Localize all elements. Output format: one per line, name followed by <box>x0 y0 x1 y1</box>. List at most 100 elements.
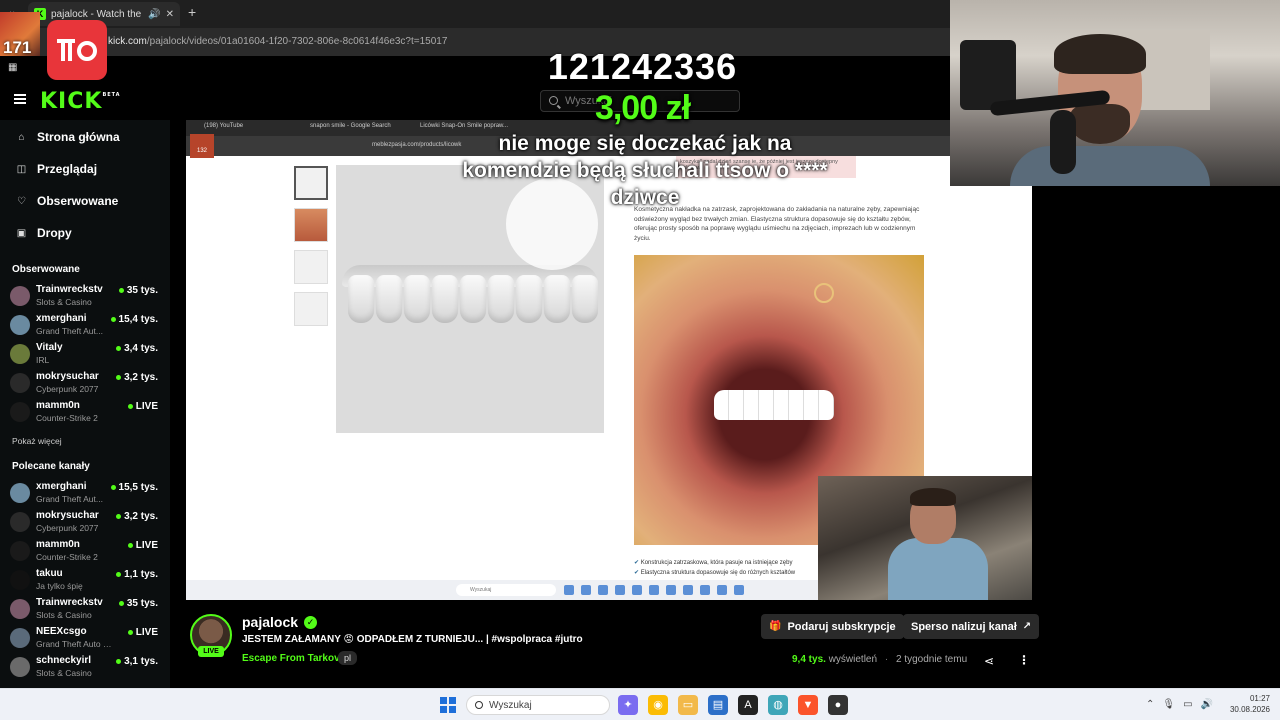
sponsor-channel-button[interactable]: Sperso nalizuj kanał ↗ <box>903 614 1040 639</box>
webcam-shirt <box>1010 146 1210 186</box>
donation-number: 121242336 <box>547 46 738 87</box>
browser-tabbar: ⌄ K pajalock - Watch the VOD o 🔊 ✕ + <box>0 0 950 28</box>
address-bar[interactable]: kick.com/pajalock/videos/01a01604-1f20-7… <box>0 28 950 56</box>
channel-category: IRL <box>36 355 50 365</box>
nav-browse[interactable]: ◫ Przeglądaj <box>16 162 97 176</box>
channel-category: Grand Theft Auto V (... <box>36 639 116 649</box>
recommended-channel[interactable]: schneckyirl Slots & Casino 3,1 tys. <box>10 653 160 681</box>
channel-name: schneckyirl <box>36 655 92 666</box>
pip-webcam <box>818 476 1032 600</box>
nav-following[interactable]: ♡ Obserwowane <box>16 194 118 208</box>
channel-viewers: LIVE <box>128 540 158 551</box>
upload-age: 2 tygodnie temu <box>895 654 968 665</box>
copilot-icon[interactable]: ✦ <box>618 695 638 715</box>
veneer-tooth <box>348 275 374 323</box>
following-channel[interactable]: Trainwreckstv Slots & Casino 35 tys. <box>10 282 160 310</box>
stream-category-link[interactable]: Escape From Tarkov <box>242 653 340 664</box>
recommended-channel[interactable]: NEEXcsgo Grand Theft Auto V (... LIVE <box>10 624 160 652</box>
veneer-tooth <box>404 275 430 323</box>
video-tab: Licówki Snap-On Smile popraw... <box>420 123 509 129</box>
product-thumbnail <box>294 292 328 326</box>
store-icon[interactable]: ▤ <box>708 695 728 715</box>
channel-category: Slots & Casino <box>36 297 92 307</box>
heart-icon: ♡ <box>17 195 26 207</box>
more-options-icon[interactable]: ⋮ <box>1018 653 1030 667</box>
tray-chevron-icon[interactable]: ⌃ <box>1146 699 1154 710</box>
taskbar-search-input[interactable]: Wyszukaj <box>466 695 610 715</box>
tab-close-icon[interactable]: ✕ <box>166 9 174 20</box>
pip-person-hair <box>910 488 956 506</box>
overlay-brand-logo <box>47 20 107 80</box>
app-icon[interactable]: ◍ <box>768 695 788 715</box>
veneer-tooth <box>488 275 514 323</box>
veneer-tooth <box>376 275 402 323</box>
gift-icon: ▣ <box>16 227 27 239</box>
gift-subscription-button[interactable]: 🎁 Podaruj subskrypcje <box>761 614 904 639</box>
live-badge: LIVE <box>198 646 224 657</box>
recommended-channel[interactable]: mamm0n Counter-Strike 2 LIVE <box>10 537 160 565</box>
following-channel[interactable]: mokrysuchar Cyberpunk 2077 3,2 tys. <box>10 369 160 397</box>
channel-category: Ja tylko śpię <box>36 581 83 591</box>
streamer-webcam <box>950 0 1280 186</box>
nav-drops[interactable]: ▣ Dropy <box>16 226 72 240</box>
channel-viewers: 1,1 tys. <box>116 569 158 580</box>
video-tab: (198) YouTube <box>204 123 244 129</box>
bullet-item: Elastyczna struktura dopasowuje się do r… <box>634 570 795 576</box>
product-bullets: Konstrukcja zatrzaskowa, która pasuje na… <box>634 558 795 578</box>
show-more-link[interactable]: Pokaż więcej <box>12 436 62 446</box>
recommended-channel[interactable]: Trainwreckstv Slots & Casino 35 tys. <box>10 595 160 623</box>
views-label: wyświetleń <box>828 654 878 665</box>
url-text[interactable]: kick.com/pajalock/videos/01a01604-1f20-7… <box>108 36 447 47</box>
product-thumbnail <box>294 250 328 284</box>
file-explorer-icon[interactable]: ▭ <box>678 695 698 715</box>
chrome-icon[interactable]: ◉ <box>648 695 668 715</box>
nav-home[interactable]: ⌂ Strona główna <box>16 130 119 144</box>
channel-viewers: 35 tys. <box>119 285 158 296</box>
channel-name: pajalock <box>242 614 299 630</box>
channel-name: mokrysuchar <box>36 510 99 521</box>
product-thumbnail <box>294 166 328 200</box>
avatar <box>10 315 30 335</box>
brave-icon[interactable]: ▼ <box>798 695 818 715</box>
taskbar-search-label: Wyszukaj <box>489 700 532 711</box>
webcam-hair <box>1054 34 1146 74</box>
bullet-item: Konstrukcja zatrzaskowa, która pasuje na… <box>634 560 792 566</box>
windows-start-icon[interactable] <box>440 697 456 713</box>
nav-following-label: Obserwowane <box>37 194 119 208</box>
share-icon[interactable]: ⋖ <box>984 654 994 668</box>
pip-person-body <box>888 538 988 600</box>
kick-logo[interactable]: KICKBETA <box>40 89 121 114</box>
app-icon[interactable]: A <box>738 695 758 715</box>
taskbar-clock[interactable]: 01:27 30.08.2026 <box>1226 693 1270 715</box>
channel-category: Slots & Casino <box>36 610 92 620</box>
following-channel[interactable]: mamm0n Counter-Strike 2 LIVE <box>10 398 160 426</box>
speaker-icon[interactable]: 🔊 <box>148 9 160 20</box>
obs-icon[interactable]: ● <box>828 695 848 715</box>
url-path: /pajalock/videos/01a01604-1f20-7302-806e… <box>146 36 448 47</box>
gift-icon: 🎁 <box>769 621 782 632</box>
verified-check-icon: ✓ <box>304 615 318 629</box>
kick-beta-badge: BETA <box>102 92 121 98</box>
channel-name-row[interactable]: pajalock ✓ <box>242 614 318 630</box>
clock-time: 01:27 <box>1249 694 1270 703</box>
volume-icon[interactable]: 🔊 <box>1201 699 1213 710</box>
channel-name: mamm0n <box>36 400 80 411</box>
channel-viewers: 3,2 tys. <box>116 372 158 383</box>
nav-drops-label: Dropy <box>37 226 72 240</box>
kick-header: KICKBETA Wyszukaj <box>0 82 950 120</box>
following-channel[interactable]: Vitaly IRL 3,4 tys. <box>10 340 160 368</box>
recommended-channel[interactable]: mokrysuchar Cyberpunk 2077 3,2 tys. <box>10 508 160 536</box>
recommended-channel[interactable]: xmerghani Grand Theft Aut... 15,5 tys. <box>10 479 160 507</box>
avatar <box>10 599 30 619</box>
microphone-icon[interactable]: 🎙 <box>1162 699 1175 710</box>
network-icon[interactable]: ▭ <box>1183 699 1192 710</box>
menu-hamburger-icon[interactable] <box>14 94 26 104</box>
following-channel[interactable]: xmerghani Grand Theft Aut... 15,4 tys. <box>10 311 160 339</box>
new-tab-plus-icon[interactable]: + <box>188 4 196 20</box>
channel-name: Trainwreckstv <box>36 597 103 608</box>
lifestyle-teeth <box>714 390 834 420</box>
microphone <box>1050 110 1076 174</box>
channel-name: xmerghani <box>36 481 87 492</box>
sponsor-channel-label: Sperso nalizuj kanał <box>911 620 1017 633</box>
recommended-channel[interactable]: takuu Ja tylko śpię 1,1 tys. <box>10 566 160 594</box>
